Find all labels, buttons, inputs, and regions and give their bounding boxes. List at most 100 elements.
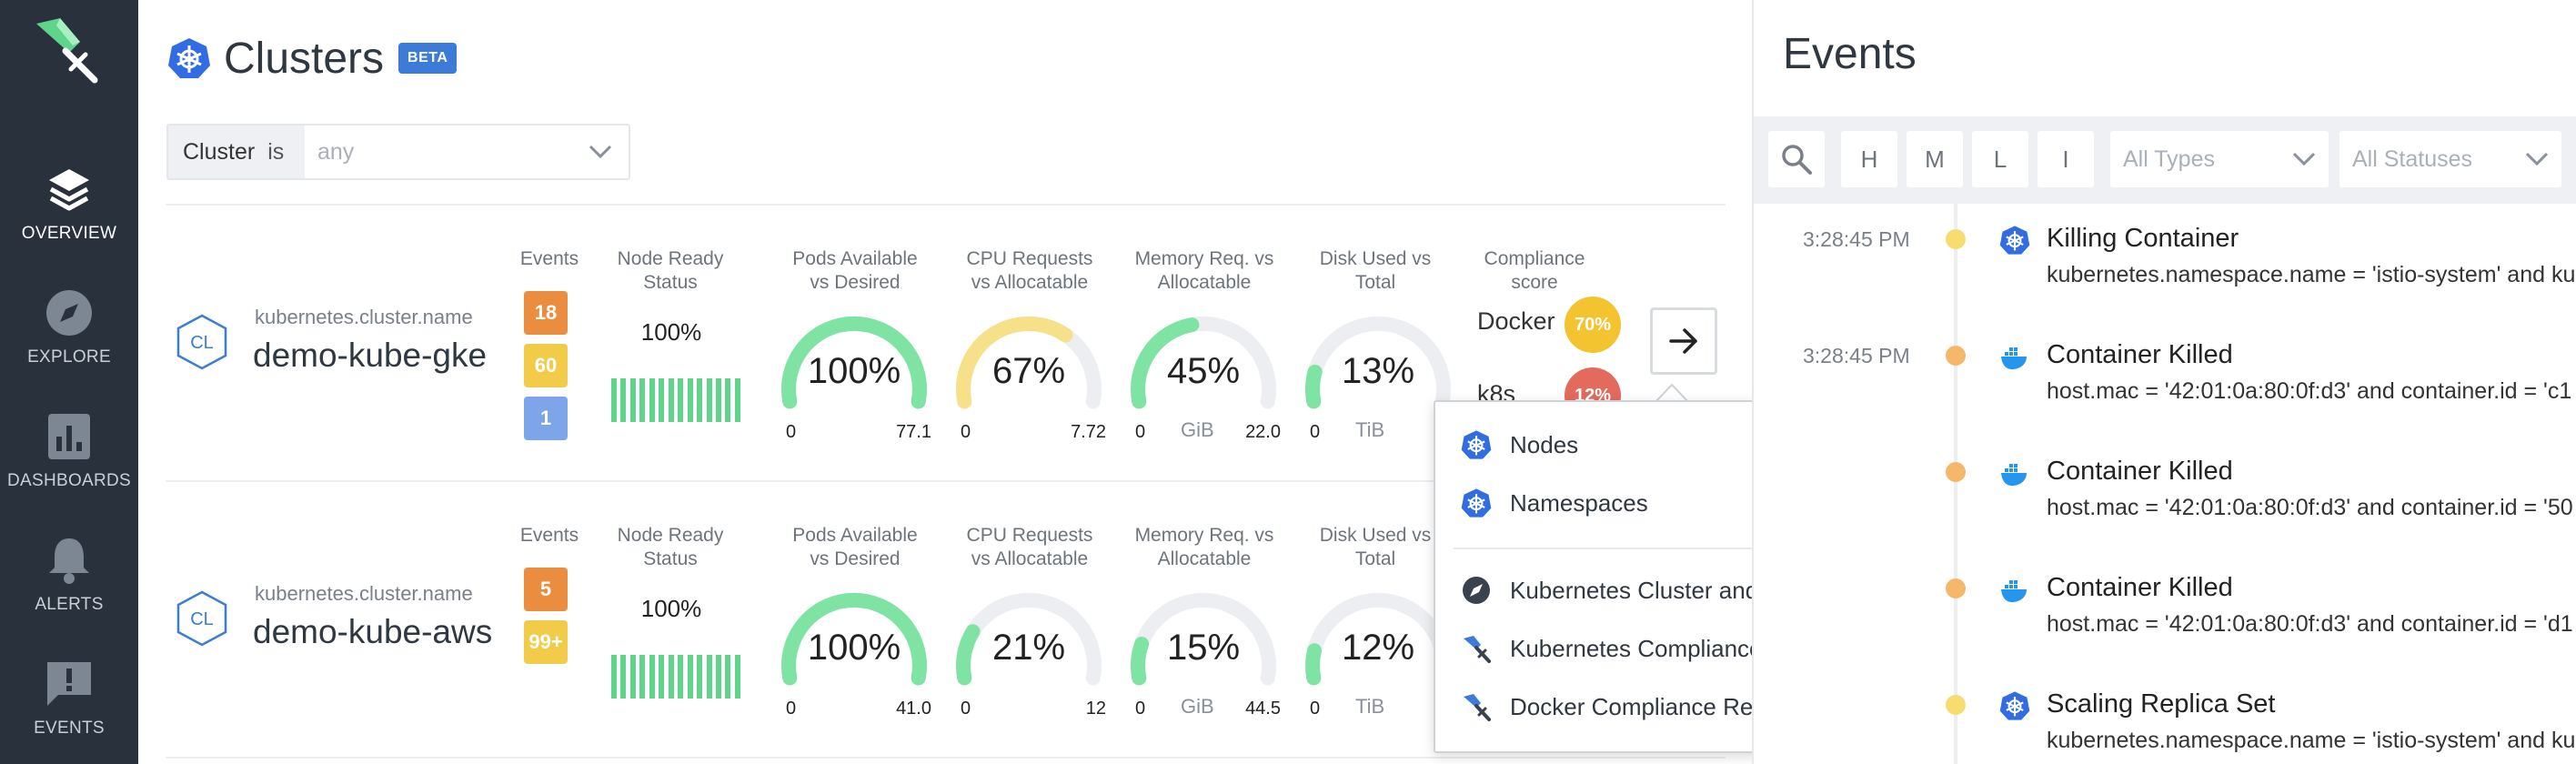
col-pods-header: Pods Available vs Desired [773, 247, 937, 295]
compass-icon [46, 290, 92, 336]
compass-icon [1463, 577, 1490, 604]
beta-badge: BETA [398, 43, 458, 74]
header-line: CPU Requests [966, 525, 1093, 546]
menu-item-label: Nodes [1510, 430, 1579, 458]
event-type-placeholder: All Types [2123, 146, 2215, 172]
col-memory-header: Memory Req. vs Allocatable [1122, 247, 1286, 295]
event-count-high[interactable]: 5 [524, 568, 568, 611]
event-time: 3:28:45 PM [1803, 227, 1910, 251]
severity-low-button[interactable]: L [1972, 131, 2028, 187]
gauge-max: 44.5 [1245, 699, 1281, 719]
col-events-header: Events [519, 248, 579, 269]
gauge-unit: TiB [1355, 418, 1385, 441]
event-severity-dot [1946, 229, 1966, 249]
memory-gauge: 15% 0 GiB 44.5 [1126, 582, 1281, 719]
gauge-min: 0 [786, 699, 797, 719]
col-cpu-header: CPU Requests vs Allocatable [948, 524, 1112, 571]
search-button[interactable] [1768, 131, 1825, 187]
sidebar-item-dashboards[interactable]: DASHBOARDS [0, 411, 138, 491]
sidebar-item-explore[interactable]: EXPLORE [0, 287, 138, 367]
event-name[interactable]: Container Killed [2047, 457, 2233, 487]
menu-item-docker-compliance-report[interactable]: Docker Compliance Report [1461, 691, 1794, 722]
disk-gauge: 13% 0 TiB 27 [1301, 306, 1455, 442]
event-name[interactable]: Container Killed [2047, 573, 2233, 603]
cluster-key-label: kubernetes.cluster.name [255, 306, 473, 328]
event-description: host.mac = '42:01:0a:80:0f:d3' and conta… [2047, 495, 2573, 520]
col-memory-header: Memory Req. vs Allocatable [1122, 524, 1286, 571]
severity-high-button[interactable]: H [1841, 131, 1897, 187]
gauge-value: 15% [1166, 628, 1241, 668]
header-line: Status [643, 548, 698, 569]
event-description: kubernetes.namespace.name = 'istio-syste… [2047, 728, 2576, 753]
event-count-low[interactable]: 1 [524, 397, 568, 440]
sidebar-item-label: OVERVIEW [21, 224, 117, 243]
header-line: Total [1354, 272, 1396, 293]
chevron-down-icon [589, 145, 612, 159]
divider [166, 757, 1726, 759]
pods-gauge: 100% 0 77.1 [777, 306, 931, 442]
compliance-label-docker: Docker [1477, 307, 1555, 335]
event-description: host.mac = '42:01:0a:80:0f:d3' and conta… [2047, 611, 2573, 637]
cluster-filter[interactable]: Cluster is any [166, 124, 630, 180]
page-title: Clusters [224, 34, 385, 83]
node-ready-bars [611, 655, 740, 699]
sidebar-item-label: EXPLORE [27, 347, 111, 367]
col-compliance-header: Compliance score [1466, 247, 1603, 295]
gauge-min: 0 [1310, 422, 1321, 442]
event-name[interactable]: Killing Container [2047, 224, 2239, 254]
event-name[interactable]: Scaling Replica Set [2047, 689, 2275, 719]
gauge-max: 12 [1085, 699, 1106, 719]
sidebar-item-events[interactable]: EVENTS [0, 658, 138, 739]
cluster-name[interactable]: demo-kube-aws [253, 613, 492, 651]
events-timeline [1954, 204, 1957, 764]
sidebar-item-overview[interactable]: OVERVIEW [0, 164, 138, 244]
event-name[interactable]: Container Killed [2047, 340, 2233, 370]
event-count-medium[interactable]: 60 [524, 344, 568, 387]
col-cpu-header: CPU Requests vs Allocatable [948, 247, 1112, 295]
layers-icon [49, 169, 89, 211]
severity-medium-button[interactable]: M [1907, 131, 1963, 187]
event-time: 3:28:45 PM [1803, 344, 1910, 367]
gauge-unit: TiB [1355, 695, 1385, 718]
col-node-ready-header: Node Ready Status [602, 524, 739, 571]
cluster-hex-icon: CL [176, 314, 227, 370]
node-ready-value: 100% [640, 318, 702, 346]
gauge-value: 13% [1341, 351, 1415, 391]
chevron-down-icon [2292, 152, 2316, 166]
gauge-value: 67% [991, 351, 1066, 391]
gauge-min: 0 [1310, 699, 1321, 719]
sysdig-logo[interactable] [29, 15, 102, 87]
kubernetes-icon [1999, 226, 2030, 255]
sidebar-item-label: DASHBOARDS [6, 471, 132, 490]
cluster-hex-icon: CL [176, 590, 227, 647]
kubernetes-icon [1461, 488, 1492, 518]
event-count-medium[interactable]: 99+ [524, 620, 568, 664]
col-disk-header: Disk Used vs Total [1293, 524, 1457, 571]
cluster-actions-button[interactable] [1650, 307, 1717, 375]
event-status-select[interactable]: All Statuses [2340, 131, 2561, 187]
gauge-value: 100% [807, 351, 901, 391]
event-type-select[interactable]: All Types [2110, 131, 2329, 187]
events-toolbar: H M L I All Types All Statuses [1754, 116, 2576, 204]
docker-icon [2001, 580, 2027, 602]
event-count-high[interactable]: 18 [524, 291, 568, 335]
disk-gauge: 12% 0 TiB 15 [1301, 582, 1455, 719]
header-line: Memory Req. vs [1134, 248, 1274, 269]
report-icon [1464, 636, 1491, 663]
event-severity-dot [1946, 462, 1966, 482]
cluster-name[interactable]: demo-kube-gke [253, 337, 487, 375]
app-root: OVERVIEW EXPLORE DASHBOARDS ALERTS EVENT… [0, 0, 2576, 764]
compliance-score-docker[interactable]: 70% [1565, 297, 1621, 353]
filter-operator: is [267, 138, 285, 165]
events-panel: Events H M L I All Types All Statuses 3:… [1752, 0, 2576, 764]
filter-value-select[interactable]: any [305, 126, 629, 178]
cpu-gauge: 67% 0 7.72 [951, 306, 1106, 442]
col-pods-header: Pods Available vs Desired [773, 524, 937, 571]
menu-item-nodes[interactable]: Nodes [1461, 429, 1578, 460]
menu-item-namespaces[interactable]: Namespaces [1461, 488, 1648, 518]
severity-info-button[interactable]: I [2038, 131, 2094, 187]
header-line: CPU Requests [966, 248, 1093, 269]
sidebar-item-alerts[interactable]: ALERTS [0, 535, 138, 615]
gauge-min: 0 [1135, 699, 1146, 719]
gauge-min: 0 [786, 422, 797, 442]
